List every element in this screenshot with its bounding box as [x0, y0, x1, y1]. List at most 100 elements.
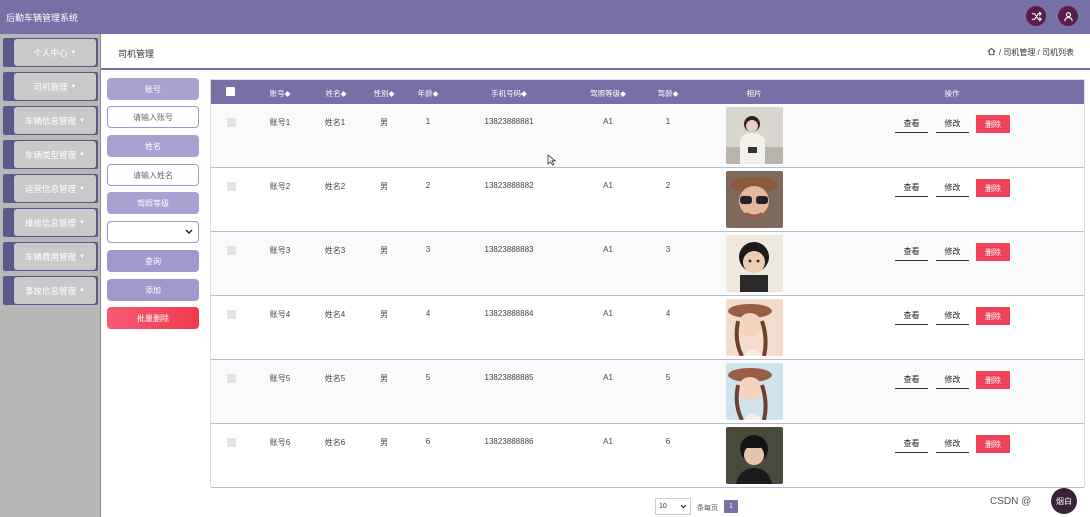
cell-license: A1: [603, 309, 613, 318]
breadcrumb-path[interactable]: / 司机管理 / 司机列表: [999, 47, 1074, 58]
column-header-name[interactable]: 姓名◆: [326, 88, 347, 99]
edit-button[interactable]: 修改: [936, 243, 969, 261]
batch-delete-button[interactable]: 批量删除: [107, 307, 199, 329]
view-button[interactable]: 查看: [895, 435, 928, 453]
view-button[interactable]: 查看: [895, 307, 928, 325]
cell-years: 4: [665, 309, 671, 318]
edit-button[interactable]: 修改: [936, 371, 969, 389]
table-row: 账号6 姓名6 男 6 13823888886 A1 6 查看 修改 删除: [211, 424, 1084, 488]
column-header-phone[interactable]: 手机号码◆: [491, 88, 527, 99]
cell-account: 账号4: [269, 310, 291, 319]
shuffle-icon[interactable]: [1026, 6, 1046, 26]
cell-age: 5: [425, 373, 431, 382]
sidebar-item-label: 运营信息管理: [25, 183, 77, 194]
cell-name: 姓名2: [324, 182, 346, 191]
cell-phone: 13823888883: [484, 245, 534, 254]
cell-gender: 男: [380, 438, 388, 447]
cell-gender: 男: [380, 246, 388, 255]
edit-button[interactable]: 修改: [936, 115, 969, 133]
row-checkbox[interactable]: [227, 374, 236, 383]
page-number-1[interactable]: 1: [724, 500, 738, 513]
column-header-gender[interactable]: 性别◆: [374, 88, 395, 99]
add-button[interactable]: 添加: [107, 279, 199, 301]
sidebar-item-driver-management[interactable]: 司机管理 ▼: [3, 72, 98, 101]
chevron-down-icon: ▼: [79, 185, 85, 192]
row-checkbox[interactable]: [227, 118, 236, 127]
table-row: 账号1 姓名1 男 1 13823888881 A1 1 查看 修改 删除: [211, 104, 1084, 168]
sidebar: 个人中心 ▼ 司机管理 ▼ 车辆信息管理 ▼ 车辆类型管理 ▼ 运营信息管理 ▼ 维修信息…: [0, 34, 101, 517]
sidebar-item-repair-info[interactable]: 维修信息管理 ▼: [3, 208, 98, 237]
delete-button[interactable]: 删除: [976, 243, 1010, 261]
cell-name: 姓名3: [324, 246, 346, 255]
driver-photo[interactable]: [726, 107, 783, 164]
cell-name: 姓名1: [324, 118, 346, 127]
driver-photo[interactable]: [726, 363, 783, 420]
driver-photo[interactable]: [726, 299, 783, 356]
cell-phone: 13823888886: [484, 437, 534, 446]
home-icon[interactable]: [987, 47, 996, 58]
cell-phone: 13823888881: [484, 117, 534, 126]
column-header-years[interactable]: 驾龄◆: [658, 88, 679, 99]
cell-account: 账号2: [269, 182, 291, 191]
license-label: 驾照等级: [107, 192, 199, 214]
column-header-account[interactable]: 账号◆: [270, 88, 291, 99]
license-select[interactable]: [107, 221, 199, 243]
cell-phone: 13823888882: [484, 181, 534, 190]
driver-photo[interactable]: [726, 427, 783, 484]
sidebar-item-vehicle-type[interactable]: 车辆类型管理 ▼: [3, 140, 98, 169]
driver-photo[interactable]: [726, 171, 783, 228]
chevron-down-icon: ▼: [79, 253, 85, 260]
delete-button[interactable]: 删除: [976, 435, 1010, 453]
row-checkbox[interactable]: [227, 246, 236, 255]
table-header: 账号◆ 姓名◆ 性别◆ 年龄◆ 手机号码◆ 驾照等级◆ 驾龄◆ 相片 操作: [211, 80, 1084, 104]
breadcrumb: 司机管理 / 司机管理 / 司机列表: [101, 34, 1090, 70]
driver-photo[interactable]: [726, 235, 783, 292]
sidebar-item-label: 司机管理: [33, 81, 68, 92]
search-button[interactable]: 查询: [107, 250, 199, 272]
delete-button[interactable]: 删除: [976, 179, 1010, 197]
table-row: 账号4 姓名4 男 4 13823888884 A1 4 查看 修改 删除: [211, 296, 1084, 360]
row-checkbox[interactable]: [227, 310, 236, 319]
page-size-select[interactable]: 10: [655, 498, 691, 515]
cell-license: A1: [603, 373, 613, 382]
cell-gender: 男: [380, 374, 388, 383]
delete-button[interactable]: 删除: [976, 371, 1010, 389]
user-icon[interactable]: [1058, 6, 1078, 26]
row-checkbox[interactable]: [227, 182, 236, 191]
cell-age: 3: [425, 245, 431, 254]
cell-age: 2: [425, 181, 431, 190]
row-checkbox[interactable]: [227, 438, 236, 447]
view-button[interactable]: 查看: [895, 179, 928, 197]
name-input[interactable]: 请输入姓名: [107, 164, 199, 186]
delete-button[interactable]: 删除: [976, 307, 1010, 325]
select-all-checkbox[interactable]: [226, 87, 235, 96]
cell-age: 1: [425, 117, 431, 126]
account-label: 账号: [107, 78, 199, 100]
view-button[interactable]: 查看: [895, 243, 928, 261]
view-button[interactable]: 查看: [895, 371, 928, 389]
delete-button[interactable]: 删除: [976, 115, 1010, 133]
cell-years: 2: [665, 181, 671, 190]
column-header-photo: 相片: [746, 89, 762, 98]
account-input[interactable]: 请输入账号: [107, 106, 199, 128]
driver-table: 账号◆ 姓名◆ 性别◆ 年龄◆ 手机号码◆ 驾照等级◆ 驾龄◆ 相片 操作 账号…: [210, 79, 1085, 488]
column-header-age[interactable]: 年龄◆: [418, 88, 439, 99]
column-header-license[interactable]: 驾照等级◆: [590, 88, 626, 99]
sidebar-item-vehicle-cost[interactable]: 车辆费用管理 ▼: [3, 242, 98, 271]
chevron-down-icon: ▼: [70, 49, 77, 56]
cell-age: 6: [425, 437, 431, 446]
top-bar: 后勤车辆管理系统: [0, 0, 1090, 34]
sidebar-item-personal-center[interactable]: 个人中心 ▼: [3, 38, 98, 67]
table-row: 账号3 姓名3 男 3 13823888883 A1 3 查看 修改 删除: [211, 232, 1084, 296]
cell-account: 账号5: [269, 374, 291, 383]
edit-button[interactable]: 修改: [936, 307, 969, 325]
edit-button[interactable]: 修改: [936, 435, 969, 453]
sidebar-item-vehicle-info[interactable]: 车辆信息管理 ▼: [3, 106, 98, 135]
view-button[interactable]: 查看: [895, 115, 928, 133]
edit-button[interactable]: 修改: [936, 179, 969, 197]
table-row: 账号2 姓名2 男 2 13823888882 A1 2 查看 修改 删除: [211, 168, 1084, 232]
sidebar-item-operation-info[interactable]: 运营信息管理 ▼: [3, 174, 98, 203]
cell-age: 4: [425, 309, 431, 318]
sidebar-item-accident-info[interactable]: 事故信息管理 ▼: [3, 276, 98, 305]
sidebar-item-label: 个人中心: [33, 47, 68, 58]
